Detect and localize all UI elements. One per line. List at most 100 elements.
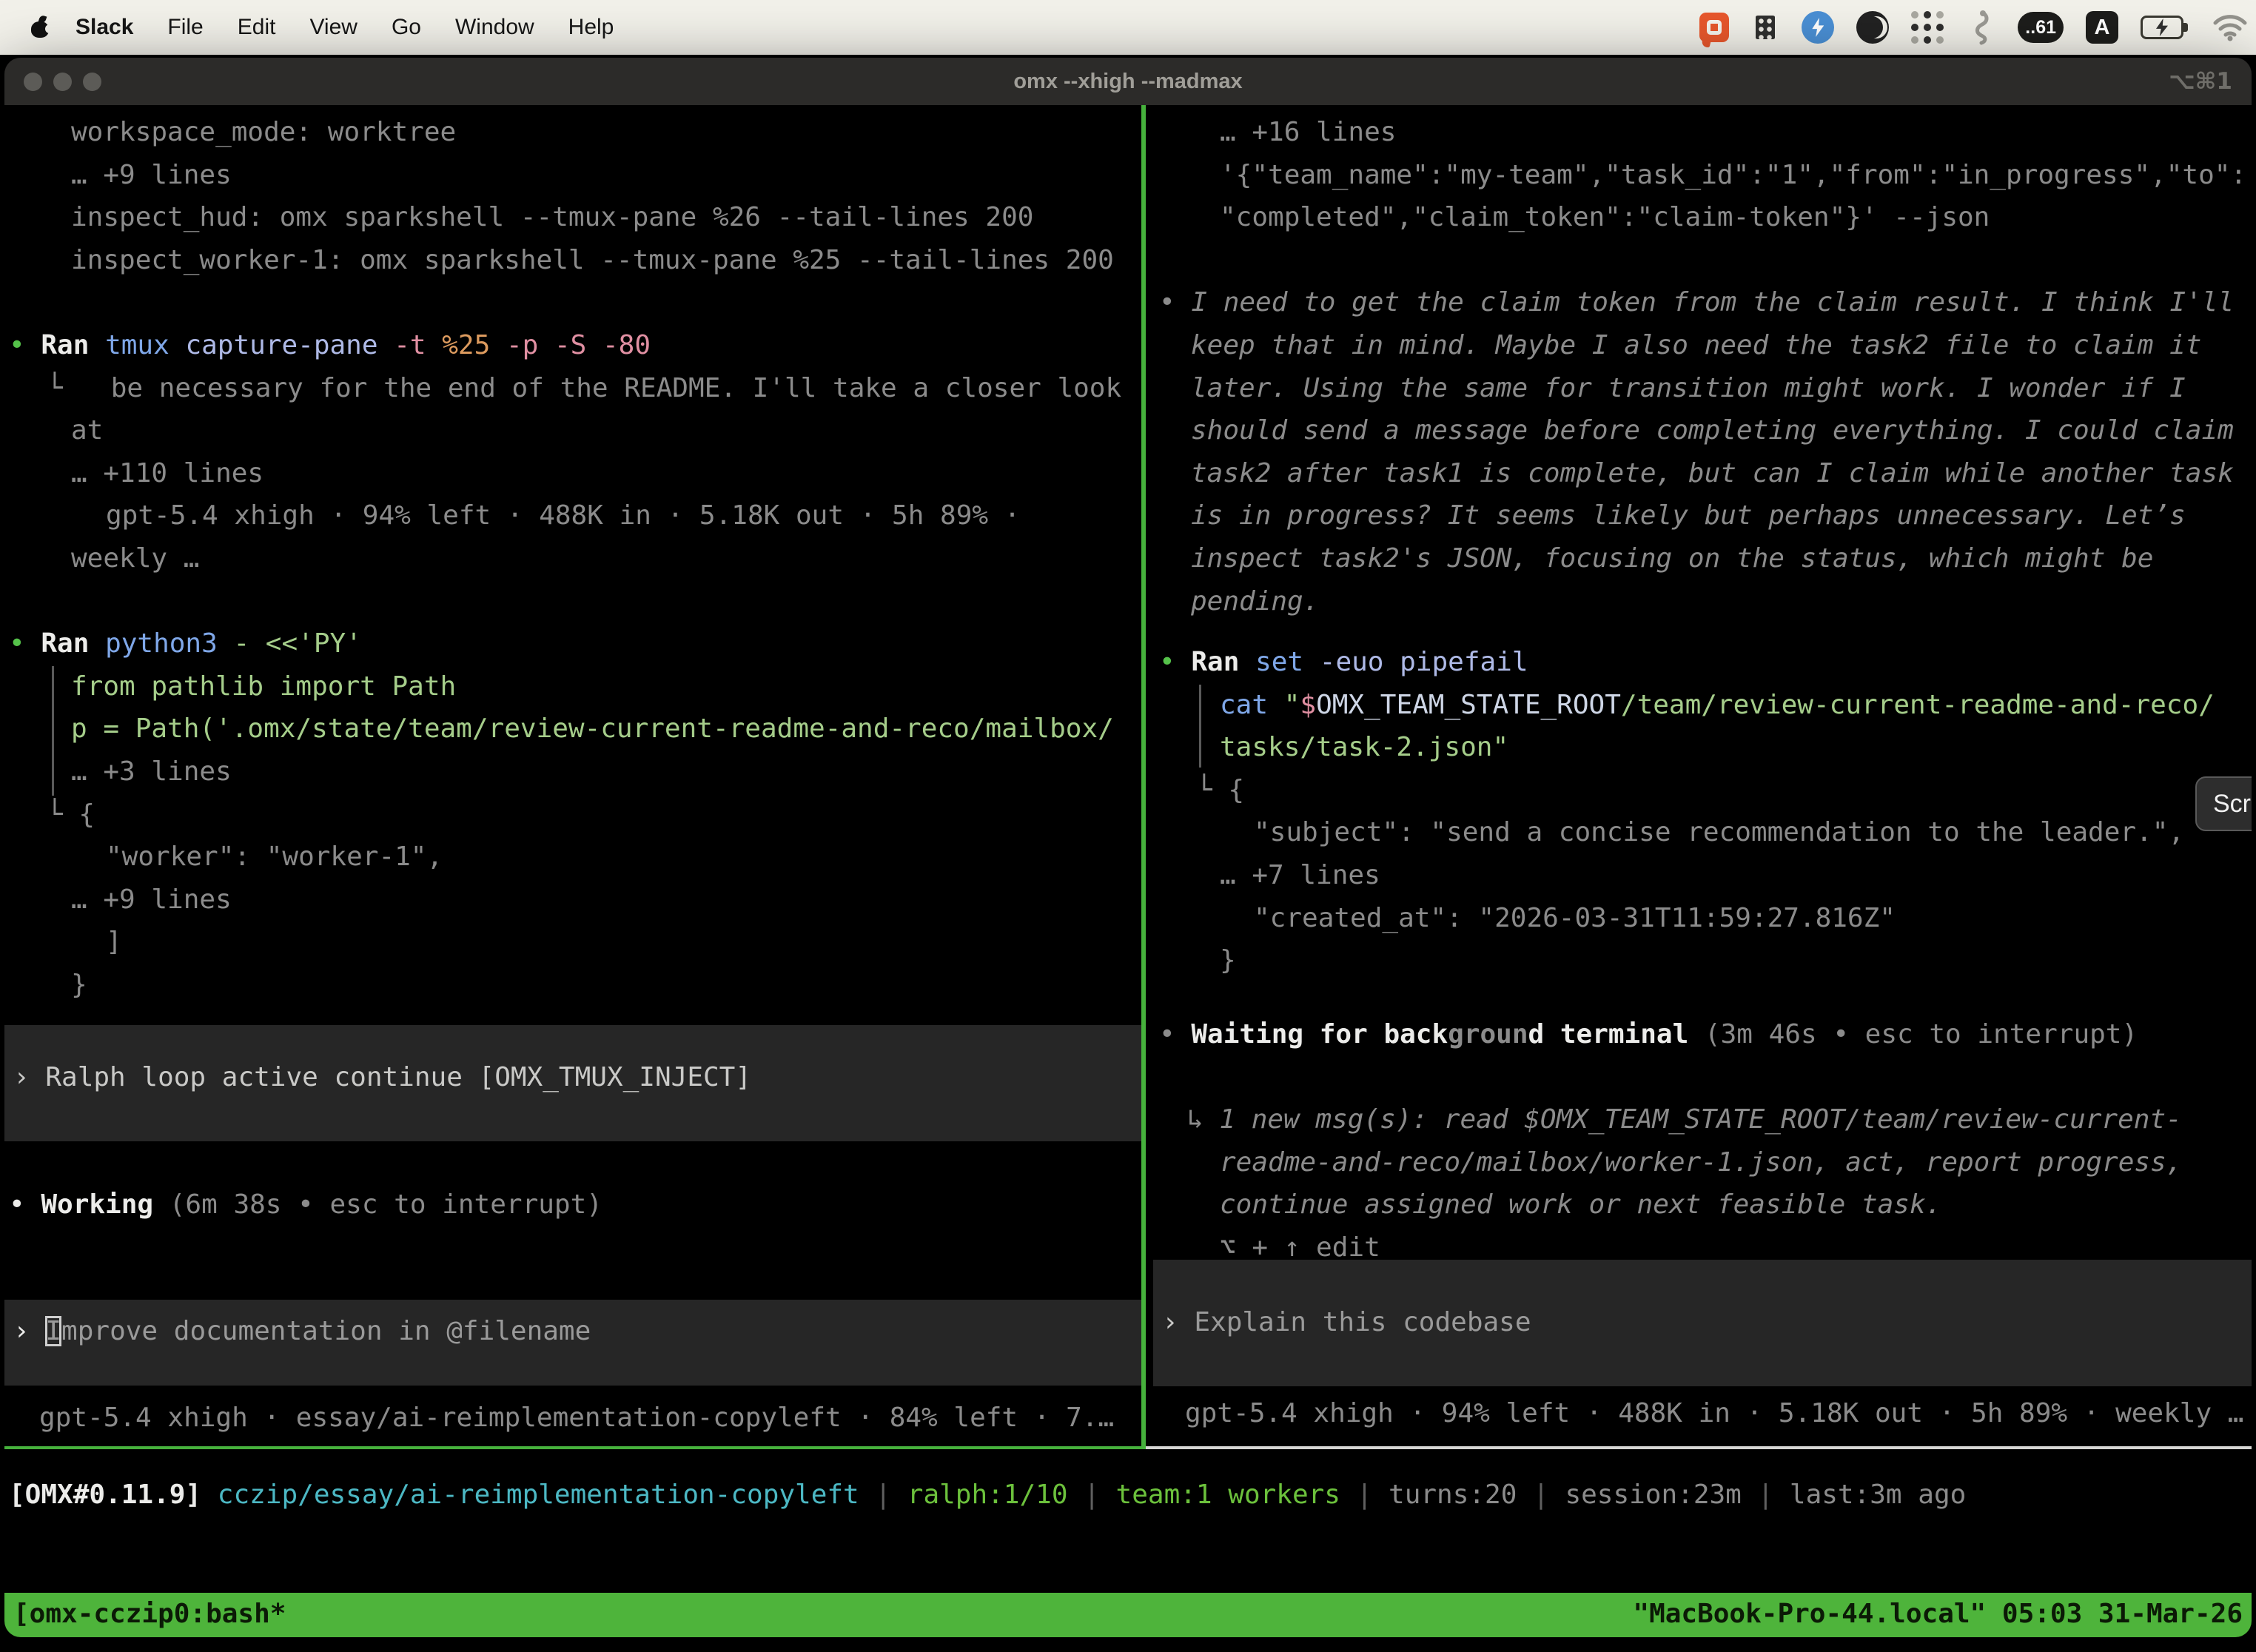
apple-menu-icon[interactable]: [31, 17, 49, 38]
terminal-line: "worker": "worker-1",: [4, 836, 1141, 879]
terminal-line: at: [4, 409, 1141, 452]
contrast-moon-icon[interactable]: [1856, 11, 1889, 44]
terminal-line: should send a message before completing …: [1153, 409, 2252, 452]
prompt-input-left[interactable]: › Improve documentation in @filename: [4, 1300, 1141, 1386]
terminal-line: inspect_worker-1: omx sparkshell --tmux-…: [4, 239, 1141, 282]
terminal-line: • Ran python3 - <<'PY': [4, 622, 1141, 665]
keyboard-icon[interactable]: [1751, 10, 1779, 44]
terminal-line: gpt-5.4 xhigh · essay/ai-reimplementatio…: [4, 1397, 1141, 1440]
waiting-status: • Waiting for background terminal (3m 46…: [1153, 1013, 2252, 1269]
terminal-line: inspect_hud: omx sparkshell --tmux-pane …: [4, 196, 1141, 239]
terminal-line: … +9 lines: [4, 879, 1141, 921]
terminal-line: › Explain this codebase: [1153, 1301, 2252, 1344]
terminal-line: gpt-5.4 xhigh · 94% left · 488K in · 5.1…: [1153, 1392, 2252, 1435]
terminal-line: … +3 lines: [4, 751, 1141, 793]
title-bar[interactable]: omx --xhigh --madmax ⌥⌘1: [4, 58, 2252, 105]
menu-bar-left: Slack File Edit View Go Window Help: [0, 15, 648, 40]
working-status: • Working (6m 38s • esc to interrupt): [4, 1183, 1141, 1226]
pane-divider[interactable]: [1141, 105, 1146, 1449]
terminal-content: workspace_mode: worktree… +9 linesinspec…: [4, 105, 2252, 1606]
scrollback-top: … +16 lines'{"team_name":"my-team","task…: [1153, 111, 2252, 622]
terminal-line: • Waiting for background terminal (3m 46…: [1153, 1013, 2252, 1056]
terminal-line: [1153, 1056, 2252, 1099]
dots-grid-icon[interactable]: [1911, 11, 1944, 44]
menu-item-edit[interactable]: Edit: [238, 15, 276, 39]
tmux-pane-right[interactable]: … +16 lines'{"team_name":"my-team","task…: [1153, 105, 2252, 1446]
terminal-line: }: [1153, 939, 2252, 982]
terminal-line: › Ralph loop active continue [OMX_TMUX_I…: [4, 1056, 1141, 1099]
terminal-line: weekly …: [4, 537, 1141, 580]
terminal-line: └ {: [1153, 769, 2252, 812]
terminal-line: [OMX#0.11.9] cczip/essay/ai-reimplementa…: [4, 1474, 2252, 1517]
terminal-line: '{"team_name":"my-team","task_id":"1","f…: [1153, 154, 2252, 197]
terminal-line: continue assigned work or next feasible …: [1153, 1183, 2252, 1226]
battery-icon[interactable]: [2141, 16, 2189, 39]
terminal-line: from pathlib import Path: [4, 665, 1141, 708]
connector-line: [52, 666, 54, 796]
terminal-line: "completed","claim_token":"claim-token"}…: [1153, 196, 2252, 239]
menu-bar-status-icons: ..61 A: [1699, 10, 2256, 45]
menu-item-window[interactable]: Window: [455, 15, 534, 39]
menu-item-help[interactable]: Help: [568, 15, 614, 39]
screen: Slack File Edit View Go Window Help ..61 A: [0, 0, 2256, 1652]
screen-share-chip[interactable]: Scre: [2195, 776, 2252, 831]
terminal-line: • I need to get the claim token from the…: [1153, 281, 2252, 324]
terminal-line: › Improve documentation in @filename: [4, 1310, 1141, 1353]
wifi-icon[interactable]: [2212, 13, 2249, 41]
terminal-line: … +7 lines: [1153, 854, 2252, 897]
dragon-icon[interactable]: [1966, 10, 1995, 45]
terminal-line: [4, 580, 1141, 623]
terminal-line: ]: [4, 921, 1141, 964]
terminal-line: • Ran tmux capture-pane -t %25 -p -S -80: [4, 324, 1141, 367]
terminal-line: pending.: [1153, 580, 2252, 623]
input-source-icon[interactable]: A: [2086, 11, 2118, 44]
terminal-line: is in progress? It seems likely but perh…: [1153, 494, 2252, 537]
count-badge-icon[interactable]: ..61: [2018, 12, 2064, 43]
terminal-window: omx --xhigh --madmax ⌥⌘1 workspace_mode:…: [4, 58, 2252, 1637]
menu-items: File Edit View Go Window Help: [167, 15, 648, 40]
terminal-line: • Working (6m 38s • esc to interrupt): [4, 1183, 1141, 1226]
tmux-host-clock: "MacBook-Pro-44.local" 05:03 31-Mar-26: [1633, 1593, 2243, 1637]
terminal-line: └ {: [4, 793, 1141, 836]
tmux-session-label: [omx-cczip0:bash*: [13, 1593, 286, 1637]
app-menu-slack[interactable]: Slack: [75, 15, 133, 40]
tmux-pane-hud: [OMX#0.11.9] cczip/essay/ai-reimplementa…: [4, 1449, 2252, 1606]
terminal-line: └ be necessary for the end of the README…: [4, 367, 1141, 410]
terminal-line: • Ran set -euo pipefail: [1153, 641, 2252, 684]
omx-session-status: [OMX#0.11.9] cczip/essay/ai-reimplementa…: [4, 1474, 2252, 1517]
menu-item-file[interactable]: File: [167, 15, 203, 39]
terminal-line: tasks/task-2.json": [1153, 726, 2252, 769]
terminal-line: keep that in mind. Maybe I also need the…: [1153, 324, 2252, 367]
model-status-left: gpt-5.4 xhigh · essay/ai-reimplementatio…: [4, 1397, 1141, 1440]
tmux-status-bar: [omx-cczip0:bash* "MacBook-Pro-44.local"…: [4, 1593, 2252, 1637]
terminal-line: later. Using the same for transition mig…: [1153, 367, 2252, 410]
terminal-line: }: [4, 964, 1141, 1007]
terminal-line: inspect task2's JSON, focusing on the st…: [1153, 537, 2252, 580]
terminal-line: cat "$OMX_TEAM_STATE_ROOT/team/review-cu…: [1153, 684, 2252, 727]
terminal-line: … +9 lines: [4, 154, 1141, 197]
slack-notification-icon[interactable]: [1699, 13, 1729, 42]
ran-cat-block: • Ran set -euo pipefailcat "$OMX_TEAM_ST…: [1153, 641, 2252, 982]
terminal-line: "subject": "send a concise recommendatio…: [1153, 811, 2252, 854]
connector-line: [1199, 685, 1201, 768]
ralph-loop-banner: › Ralph loop active continue [OMX_TMUX_I…: [4, 1025, 1141, 1141]
terminal-line: "created_at": "2026-03-31T11:59:27.816Z": [1153, 897, 2252, 940]
model-status-right: gpt-5.4 xhigh · 94% left · 488K in · 5.1…: [1153, 1392, 2252, 1435]
terminal-line: ↳ 1 new msg(s): read $OMX_TEAM_STATE_ROO…: [1153, 1098, 2252, 1141]
prompt-input-right[interactable]: › Explain this codebase: [1153, 1260, 2252, 1386]
zap-icon[interactable]: [1802, 11, 1834, 44]
terminal-line: … +16 lines: [1153, 111, 2252, 154]
terminal-line: gpt-5.4 xhigh · 94% left · 488K in · 5.1…: [4, 494, 1141, 537]
menu-bar: Slack File Edit View Go Window Help ..61 A: [0, 0, 2256, 55]
terminal-line: readme-and-reco/mailbox/worker-1.json, a…: [1153, 1141, 2252, 1184]
tmux-pane-left[interactable]: workspace_mode: worktree… +9 linesinspec…: [4, 105, 1141, 1446]
window-title: omx --xhigh --madmax: [4, 70, 2252, 94]
terminal-line: [4, 281, 1141, 324]
terminal-line: … +110 lines: [4, 452, 1141, 495]
terminal-line: task2 after task1 is complete, but can I…: [1153, 452, 2252, 495]
menu-item-view[interactable]: View: [309, 15, 357, 39]
terminal-line: workspace_mode: worktree: [4, 111, 1141, 154]
terminal-line: p = Path('.omx/state/team/review-current…: [4, 708, 1141, 751]
terminal-line: [1153, 239, 2252, 282]
menu-item-go[interactable]: Go: [392, 15, 421, 39]
